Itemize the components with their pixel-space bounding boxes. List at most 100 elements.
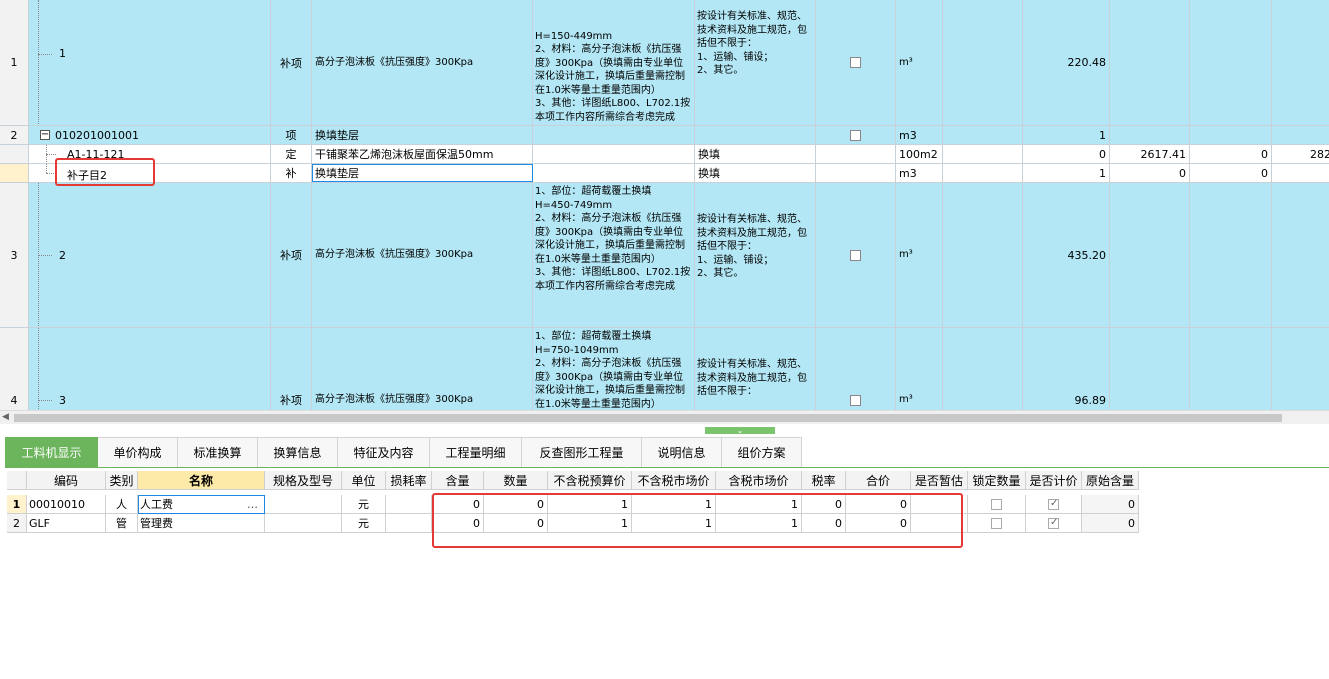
price-cell[interactable]: 0 bbox=[1110, 164, 1190, 182]
unit-cell[interactable]: m3 bbox=[896, 164, 943, 182]
header-total[interactable]: 合价 bbox=[846, 471, 911, 490]
ellipsis-icon[interactable]: … bbox=[247, 498, 258, 511]
empty-cell[interactable] bbox=[943, 0, 1023, 125]
lock-quantity-cell[interactable] bbox=[968, 495, 1026, 514]
table-row[interactable]: 3 2 补项 高分子泡沫板《抗压强度》300Kpa 1、部位：超荷载覆土换填 H… bbox=[0, 183, 1329, 328]
work-content-cell[interactable]: 按设计有关标准、规范、技术资料及施工规范，包括但不限于： 1、运输、铺设； 2、… bbox=[695, 183, 816, 327]
loss-cell[interactable] bbox=[386, 514, 432, 533]
category-cell[interactable]: 补项 bbox=[271, 183, 312, 327]
unit-cell[interactable]: 100m2 bbox=[896, 145, 943, 163]
table-row[interactable]: 2 − 010201001001 项 换填垫层 m3 1 bbox=[0, 126, 1329, 145]
lock-checkbox[interactable] bbox=[991, 517, 1002, 529]
empty-cell[interactable] bbox=[1110, 328, 1190, 410]
code-cell[interactable]: 1 bbox=[29, 0, 271, 125]
quantity-cell[interactable]: 220.48 bbox=[1023, 0, 1110, 125]
tab-graphic-quantity[interactable]: 反查图形工程量 bbox=[522, 437, 642, 468]
checkbox[interactable] bbox=[850, 249, 861, 261]
checkbox-cell[interactable] bbox=[816, 145, 896, 163]
empty-cell[interactable] bbox=[1110, 0, 1190, 125]
checkbox-cell[interactable] bbox=[816, 0, 896, 125]
work-content-cell[interactable]: 按设计有关标准、规范、技术资料及施工规范，包括但不限于： 1、运输、铺设； 2、… bbox=[695, 0, 816, 125]
header-category[interactable]: 类别 bbox=[106, 471, 138, 490]
checkbox[interactable] bbox=[850, 394, 861, 406]
header-budget-price[interactable]: 不含税预算价 bbox=[548, 471, 632, 490]
empty-cell[interactable] bbox=[1272, 183, 1329, 327]
empty-cell[interactable] bbox=[943, 183, 1023, 327]
price-cell[interactable]: 2617.41 bbox=[1110, 145, 1190, 163]
header-spec[interactable]: 规格及型号 bbox=[265, 471, 342, 490]
category-cell[interactable]: 项 bbox=[271, 126, 312, 144]
quantity-cell[interactable]: 96.89 bbox=[1023, 328, 1110, 410]
checkbox[interactable] bbox=[850, 129, 861, 141]
empty-cell[interactable] bbox=[1272, 328, 1329, 410]
name-cell[interactable]: 高分子泡沫板《抗压强度》300Kpa bbox=[312, 328, 533, 410]
unit-cell[interactable]: 元 bbox=[342, 514, 386, 533]
feature-cell[interactable]: H=150-449mm 2、材料：高分子泡沫板《抗压强度》300Kpa（换填需由… bbox=[533, 0, 695, 125]
code-cell[interactable]: 00010010 bbox=[27, 495, 106, 514]
empty-cell[interactable] bbox=[943, 145, 1023, 163]
tab-conversion-info[interactable]: 换算信息 bbox=[258, 437, 338, 468]
tab-unit-price[interactable]: 单价构成 bbox=[98, 437, 178, 468]
unit-cell[interactable]: m³ bbox=[896, 0, 943, 125]
name-cell[interactable]: 换填垫层 bbox=[312, 126, 533, 144]
work-content-cell[interactable] bbox=[695, 126, 816, 144]
feature-cell[interactable]: 1、部位：超荷载覆土换填 H=450-749mm 2、材料：高分子泡沫板《抗压强… bbox=[533, 183, 695, 327]
tab-standard-conversion[interactable]: 标准换算 bbox=[178, 437, 258, 468]
price-cell[interactable]: 0 bbox=[1190, 164, 1272, 182]
feature-cell[interactable]: 1、部位：超荷载覆土换填 H=750-1049mm 2、材料：高分子泡沫板《抗压… bbox=[533, 328, 695, 410]
tab-resources[interactable]: 工料机显示 bbox=[5, 437, 98, 468]
spec-cell[interactable] bbox=[265, 495, 342, 514]
quantity-cell[interactable]: 435.20 bbox=[1023, 183, 1110, 327]
tab-pricing-scheme[interactable]: 组价方案 bbox=[722, 437, 802, 468]
header-tax-rate[interactable]: 税率 bbox=[802, 471, 846, 490]
code-cell[interactable]: − 010201001001 bbox=[29, 126, 271, 144]
empty-cell[interactable] bbox=[1272, 0, 1329, 125]
empty-cell[interactable] bbox=[943, 328, 1023, 410]
quantity-cell[interactable]: 1 bbox=[1023, 164, 1110, 182]
unit-cell[interactable]: m³ bbox=[896, 183, 943, 327]
header-loss-rate[interactable]: 损耗率 bbox=[386, 471, 432, 490]
priced-checkbox[interactable] bbox=[1048, 517, 1059, 529]
tab-quantity-detail[interactable]: 工程量明细 bbox=[430, 437, 522, 468]
empty-cell[interactable] bbox=[943, 164, 1023, 182]
priced-checkbox[interactable] bbox=[1048, 498, 1059, 510]
work-content-cell[interactable]: 按设计有关标准、规范、技术资料及施工规范，包括但不限于： bbox=[695, 328, 816, 410]
header-code[interactable]: 编码 bbox=[27, 471, 106, 490]
code-cell[interactable]: 3 bbox=[29, 328, 271, 410]
price-cell[interactable]: 282 bbox=[1272, 145, 1329, 163]
table-row[interactable]: A1-11-121 定 干铺聚苯乙烯泡沫板屋面保温50mm 换填 100m2 0… bbox=[0, 145, 1329, 164]
header-provisional[interactable]: 是否暂估 bbox=[911, 471, 968, 490]
name-input[interactable]: 人工费 … bbox=[138, 495, 265, 514]
scrollbar-thumb[interactable] bbox=[14, 414, 1282, 422]
header-quantity[interactable]: 数量 bbox=[484, 471, 548, 490]
name-cell[interactable]: 高分子泡沫板《抗压强度》300Kpa bbox=[312, 0, 533, 125]
price-cell[interactable]: 0 bbox=[1190, 145, 1272, 163]
lock-quantity-cell[interactable] bbox=[968, 514, 1026, 533]
code-cell[interactable]: 2 bbox=[29, 183, 271, 327]
spec-cell[interactable] bbox=[265, 514, 342, 533]
quantity-cell[interactable]: 1 bbox=[1023, 126, 1110, 144]
unit-cell[interactable]: m3 bbox=[896, 126, 943, 144]
header-name[interactable]: 名称 bbox=[138, 471, 265, 490]
horizontal-scrollbar[interactable]: ◀ bbox=[0, 410, 1329, 424]
checkbox[interactable] bbox=[850, 57, 861, 68]
tab-description[interactable]: 说明信息 bbox=[642, 437, 722, 468]
empty-cell[interactable] bbox=[1272, 164, 1329, 182]
code-cell[interactable]: GLF bbox=[27, 514, 106, 533]
name-cell[interactable]: 管理费 bbox=[138, 514, 265, 533]
name-cell[interactable]: 干铺聚苯乙烯泡沫板屋面保温50mm bbox=[312, 145, 533, 163]
loss-cell[interactable] bbox=[386, 495, 432, 514]
priced-cell[interactable] bbox=[1026, 495, 1082, 514]
name-input[interactable]: 换填垫层 bbox=[312, 164, 533, 182]
feature-cell[interactable] bbox=[533, 145, 695, 163]
checkbox-cell[interactable] bbox=[816, 328, 896, 410]
category-cell[interactable]: 定 bbox=[271, 145, 312, 163]
empty-cell[interactable] bbox=[1190, 126, 1272, 144]
table-row[interactable]: 补子目2 补 换填垫层 换填 m3 1 0 0 bbox=[0, 164, 1329, 183]
checkbox-cell[interactable] bbox=[816, 164, 896, 182]
category-cell[interactable]: 补 bbox=[271, 164, 312, 182]
empty-cell[interactable] bbox=[1110, 126, 1190, 144]
empty-cell[interactable] bbox=[1190, 0, 1272, 125]
checkbox-cell[interactable] bbox=[816, 183, 896, 327]
header-original-content[interactable]: 原始含量 bbox=[1082, 471, 1139, 490]
